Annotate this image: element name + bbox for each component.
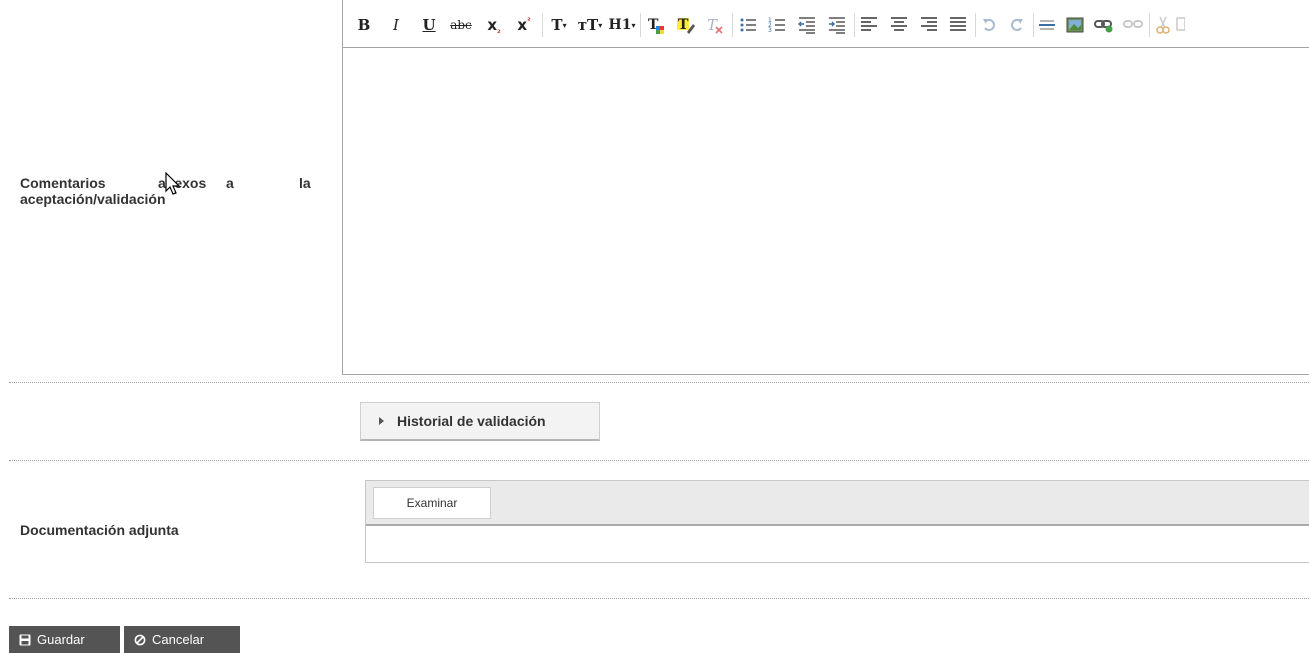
- toolbar-separator: [640, 13, 641, 37]
- editor-content-area[interactable]: [343, 47, 1309, 374]
- redo-icon[interactable]: [1007, 14, 1027, 36]
- row-divider: [9, 460, 1309, 461]
- font-family-label: T: [551, 16, 563, 34]
- file-upload[interactable]: Examinar: [365, 480, 1309, 563]
- outdent-icon[interactable]: [797, 14, 817, 36]
- file-upload-toolbar: Examinar: [366, 481, 1309, 526]
- comments-label-line2: aceptación/validación: [20, 191, 166, 207]
- toolbar-separator: [1033, 13, 1034, 37]
- cut-icon[interactable]: [1153, 14, 1173, 36]
- save-button[interactable]: Guardar: [9, 626, 120, 653]
- toolbar-separator: [854, 13, 855, 37]
- toolbar-separator: [732, 13, 733, 37]
- subscript-marker-icon: ₂: [497, 25, 501, 35]
- font-size-label: тТ: [577, 16, 599, 34]
- indent-icon[interactable]: [827, 14, 847, 36]
- svg-text:T: T: [707, 16, 718, 34]
- browse-button[interactable]: Examinar: [373, 487, 491, 519]
- heading-dropdown[interactable]: H1 ▾: [607, 14, 637, 36]
- align-left-icon[interactable]: [859, 14, 879, 36]
- superscript-marker-icon: ²: [527, 15, 531, 25]
- save-label: Guardar: [37, 632, 85, 647]
- comments-editor[interactable]: B I U abc x₂ x² T ▾ тТ ▾ H1 ▾ T T T 123: [342, 0, 1309, 375]
- unlink-icon[interactable]: [1123, 14, 1143, 36]
- underline-button[interactable]: U: [420, 14, 438, 36]
- mouse-cursor-icon: [165, 172, 181, 195]
- toolbar-separator: [1149, 13, 1150, 37]
- dropdown-arrow-icon: ▾: [598, 20, 603, 30]
- svg-text:3: 3: [768, 27, 772, 34]
- superscript-button[interactable]: x²: [513, 14, 535, 36]
- validation-history-button[interactable]: Historial de validación: [360, 402, 600, 441]
- dropdown-arrow-icon: ▾: [631, 20, 636, 30]
- clear-format-icon[interactable]: T: [703, 14, 725, 36]
- highlight-color-icon[interactable]: T: [675, 14, 697, 36]
- text-color-icon[interactable]: T: [645, 14, 667, 36]
- row-divider: [9, 382, 1309, 383]
- comments-label-word: a: [226, 175, 234, 191]
- bullet-list-icon[interactable]: [738, 14, 758, 36]
- row-divider: [9, 598, 1309, 599]
- link-icon[interactable]: [1093, 14, 1115, 36]
- copy-icon[interactable]: [1175, 14, 1185, 36]
- undo-icon[interactable]: [979, 14, 999, 36]
- horizontal-rule-icon[interactable]: [1037, 14, 1057, 36]
- attachments-label: Documentación adjunta: [20, 522, 179, 538]
- align-right-icon[interactable]: [919, 14, 939, 36]
- align-center-icon[interactable]: [889, 14, 909, 36]
- numbered-list-icon[interactable]: 123: [767, 14, 787, 36]
- svg-text:T: T: [678, 17, 689, 33]
- cancel-label: Cancelar: [152, 632, 205, 647]
- font-size-dropdown[interactable]: тТ ▾: [576, 14, 604, 36]
- expand-triangle-icon: [379, 417, 384, 425]
- subscript-label: x: [487, 16, 498, 34]
- heading-label: H1: [608, 17, 632, 33]
- comments-label-word: Comentarios: [20, 175, 106, 191]
- dropdown-arrow-icon: ▾: [562, 20, 567, 30]
- image-icon[interactable]: [1065, 14, 1085, 36]
- save-icon: [19, 634, 31, 645]
- bold-button[interactable]: B: [355, 14, 373, 36]
- editor-toolbar: B I U abc x₂ x² T ▾ тТ ▾ H1 ▾ T T T 123: [343, 0, 1309, 48]
- superscript-label: x: [517, 16, 528, 34]
- file-list-area[interactable]: [366, 526, 1309, 562]
- validation-history-label: Historial de validación: [397, 413, 546, 429]
- font-family-dropdown[interactable]: T ▾: [547, 14, 571, 36]
- comments-label-word: la: [299, 175, 311, 191]
- cancel-icon: [134, 634, 146, 645]
- cancel-button[interactable]: Cancelar: [124, 626, 240, 653]
- italic-button[interactable]: I: [387, 14, 405, 36]
- strikethrough-button[interactable]: abc: [448, 14, 474, 36]
- toolbar-separator: [542, 13, 543, 37]
- align-justify-icon[interactable]: [948, 14, 968, 36]
- subscript-button[interactable]: x₂: [483, 14, 505, 36]
- toolbar-separator: [975, 13, 976, 37]
